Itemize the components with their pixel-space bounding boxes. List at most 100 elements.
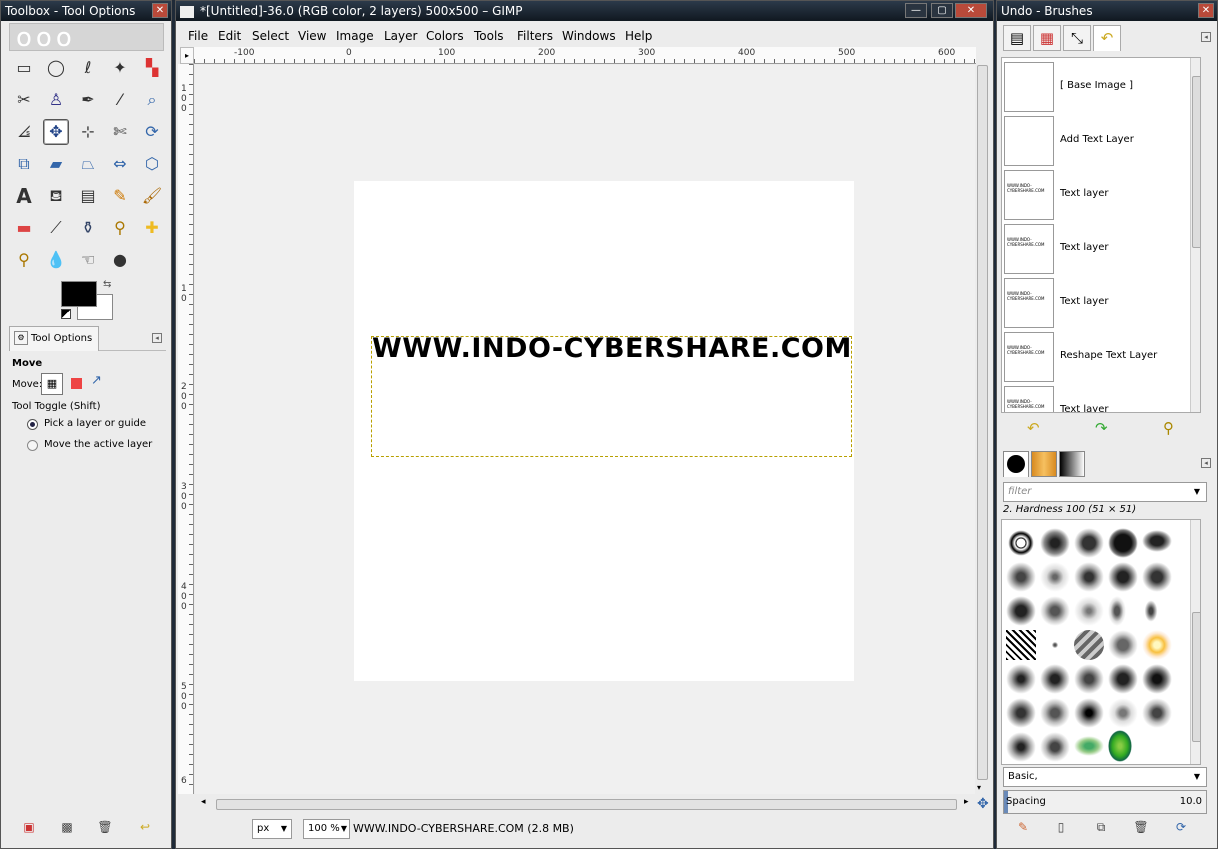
text-icon[interactable]: A [11,183,37,209]
brush-item[interactable] [1040,698,1070,728]
brush-item[interactable] [1108,698,1138,728]
save-options-icon[interactable]: ▣ [21,819,37,835]
brush-item[interactable] [1006,664,1036,694]
menu-edit[interactable]: Edit [218,26,241,46]
gradients-tab[interactable] [1059,451,1085,477]
menu-tools[interactable]: Tools [474,26,504,46]
list-item[interactable]: WWW.INDO-CYBERSHARE.COM Text layer [1004,384,1199,412]
eraser-icon[interactable]: ▬ [11,215,37,241]
move-layer-mode-icon[interactable]: ▦ [41,373,63,395]
horizontal-scrollbar[interactable]: ◂ ▸ [195,796,975,812]
scroll-down-arrow[interactable]: ▾ [977,783,981,792]
foreground-color-swatch[interactable] [61,281,97,307]
default-colors-icon[interactable] [61,309,71,319]
list-item[interactable]: [ Base Image ] [1004,60,1199,112]
scissors-icon[interactable]: ✂ [11,87,37,113]
brush-item[interactable] [1108,562,1138,592]
menu-select[interactable]: Select [252,26,289,46]
bucket-fill-icon[interactable]: ⛾ [43,183,69,209]
fuzzy-select-icon[interactable]: ✦ [107,55,133,81]
brush-item[interactable] [1074,596,1104,626]
brush-item[interactable] [1108,528,1138,558]
ellipse-select-icon[interactable]: ◯ [43,55,69,81]
brush-item[interactable] [1142,698,1172,728]
brush-item[interactable] [1040,562,1070,592]
menu-filters[interactable]: Filters [517,26,553,46]
color-select-icon[interactable]: ▚ [139,55,165,81]
brush-item[interactable] [1074,736,1104,756]
zoom-select[interactable]: 100 % ▼ [303,819,350,839]
list-item[interactable]: Add Text Layer [1004,114,1199,166]
brush-item[interactable] [1074,562,1104,592]
brush-item[interactable] [1142,664,1172,694]
ink-icon[interactable]: ⚱ [75,215,101,241]
perspective-clone-icon[interactable]: ⚲ [11,247,37,273]
brush-item[interactable] [1142,596,1160,626]
radio-pick-layer[interactable] [27,419,38,430]
dock-close-button[interactable]: ✕ [1198,3,1214,18]
brush-item[interactable] [1108,630,1138,660]
patterns-tab[interactable] [1031,451,1057,477]
move-path-mode-icon[interactable]: ↗ [91,373,102,388]
toolbox-titlebar[interactable]: Toolbox - Tool Options [1,1,171,21]
scroll-left-arrow[interactable]: ◂ [201,797,206,807]
channels-tab-icon[interactable]: ▦ [1033,25,1061,51]
image-canvas[interactable]: WWW.INDO-CYBERSHARE.COM [354,181,854,681]
rotate-icon[interactable]: ⟳ [139,119,165,145]
free-select-icon[interactable]: ℓ [75,55,101,81]
brush-item[interactable] [1108,596,1126,626]
foreground-select-icon[interactable]: ♙ [43,87,69,113]
airbrush-icon[interactable]: ⟋ [43,215,69,241]
perspective-icon[interactable]: ⏢ [75,151,101,177]
brush-item[interactable] [1006,630,1036,660]
menu-layer[interactable]: Layer [384,26,417,46]
menu-image[interactable]: Image [336,26,374,46]
minimize-button[interactable]: — [905,3,927,18]
brush-item[interactable] [1006,596,1036,626]
brush-item[interactable] [1142,562,1172,592]
menu-file[interactable]: File [188,26,208,46]
brush-item[interactable] [1006,528,1036,558]
maximize-button[interactable]: ▢ [931,3,953,18]
brush-item[interactable] [1040,732,1070,762]
dock-tab-menu-icon[interactable]: ◂ [1201,32,1211,42]
list-item[interactable]: WWW.INDO-CYBERSHARE.COM Reshape Text Lay… [1004,330,1199,382]
brush-item[interactable] [1108,730,1132,762]
move-selection-mode-icon[interactable] [71,378,82,389]
pencil-icon[interactable]: ✎ [107,183,133,209]
delete-options-icon[interactable]: 🗑 [97,819,113,835]
brush-filter-input[interactable]: filter ▼ [1003,482,1207,502]
brush-item[interactable] [1006,698,1036,728]
reset-options-icon[interactable]: ↩ [137,819,153,835]
brush-item[interactable] [1040,596,1070,626]
paths-tab-icon[interactable]: ⤡ [1063,25,1091,51]
brush-item[interactable] [1006,732,1036,762]
rect-select-icon[interactable]: ▭ [11,55,37,81]
tab-tool-options[interactable]: ⚙ Tool Options [9,326,100,351]
align-icon[interactable]: ⊹ [75,119,101,145]
undo-scroll-thumb[interactable] [1192,76,1200,248]
radio-move-active[interactable] [27,440,38,451]
paths-icon[interactable]: ✒ [75,87,101,113]
menu-help[interactable]: Help [625,26,652,46]
spacing-slider[interactable]: Spacing 10.0 [1003,790,1207,814]
undo-icon[interactable]: ↶ [1027,418,1040,438]
list-item[interactable]: WWW.INDO-CYBERSHARE.COM Text layer [1004,222,1199,274]
brush-item[interactable] [1040,528,1070,558]
clone-icon[interactable]: ⚲ [107,215,133,241]
vertical-scroll-thumb[interactable] [977,65,988,780]
brush-item[interactable] [1074,664,1104,694]
clear-history-icon[interactable]: ⚲ [1163,418,1174,438]
layers-tab-icon[interactable]: ▤ [1003,25,1031,51]
radio-pick-layer-label[interactable]: Pick a layer or guide [44,418,146,429]
vertical-scrollbar[interactable]: ▾ [975,65,989,794]
brush-item[interactable] [1142,530,1172,552]
dodge-burn-icon[interactable]: ● [107,247,133,273]
paintbrush-icon[interactable]: 🖌 [139,183,165,209]
new-brush-icon[interactable]: ▯ [1053,819,1069,835]
edit-brush-icon[interactable]: ✎ [1015,819,1031,835]
brushes-tab[interactable] [1003,451,1029,477]
brush-item[interactable] [1142,630,1172,660]
menu-view[interactable]: View [298,26,326,46]
color-picker-icon[interactable]: ⁄ [107,87,133,113]
